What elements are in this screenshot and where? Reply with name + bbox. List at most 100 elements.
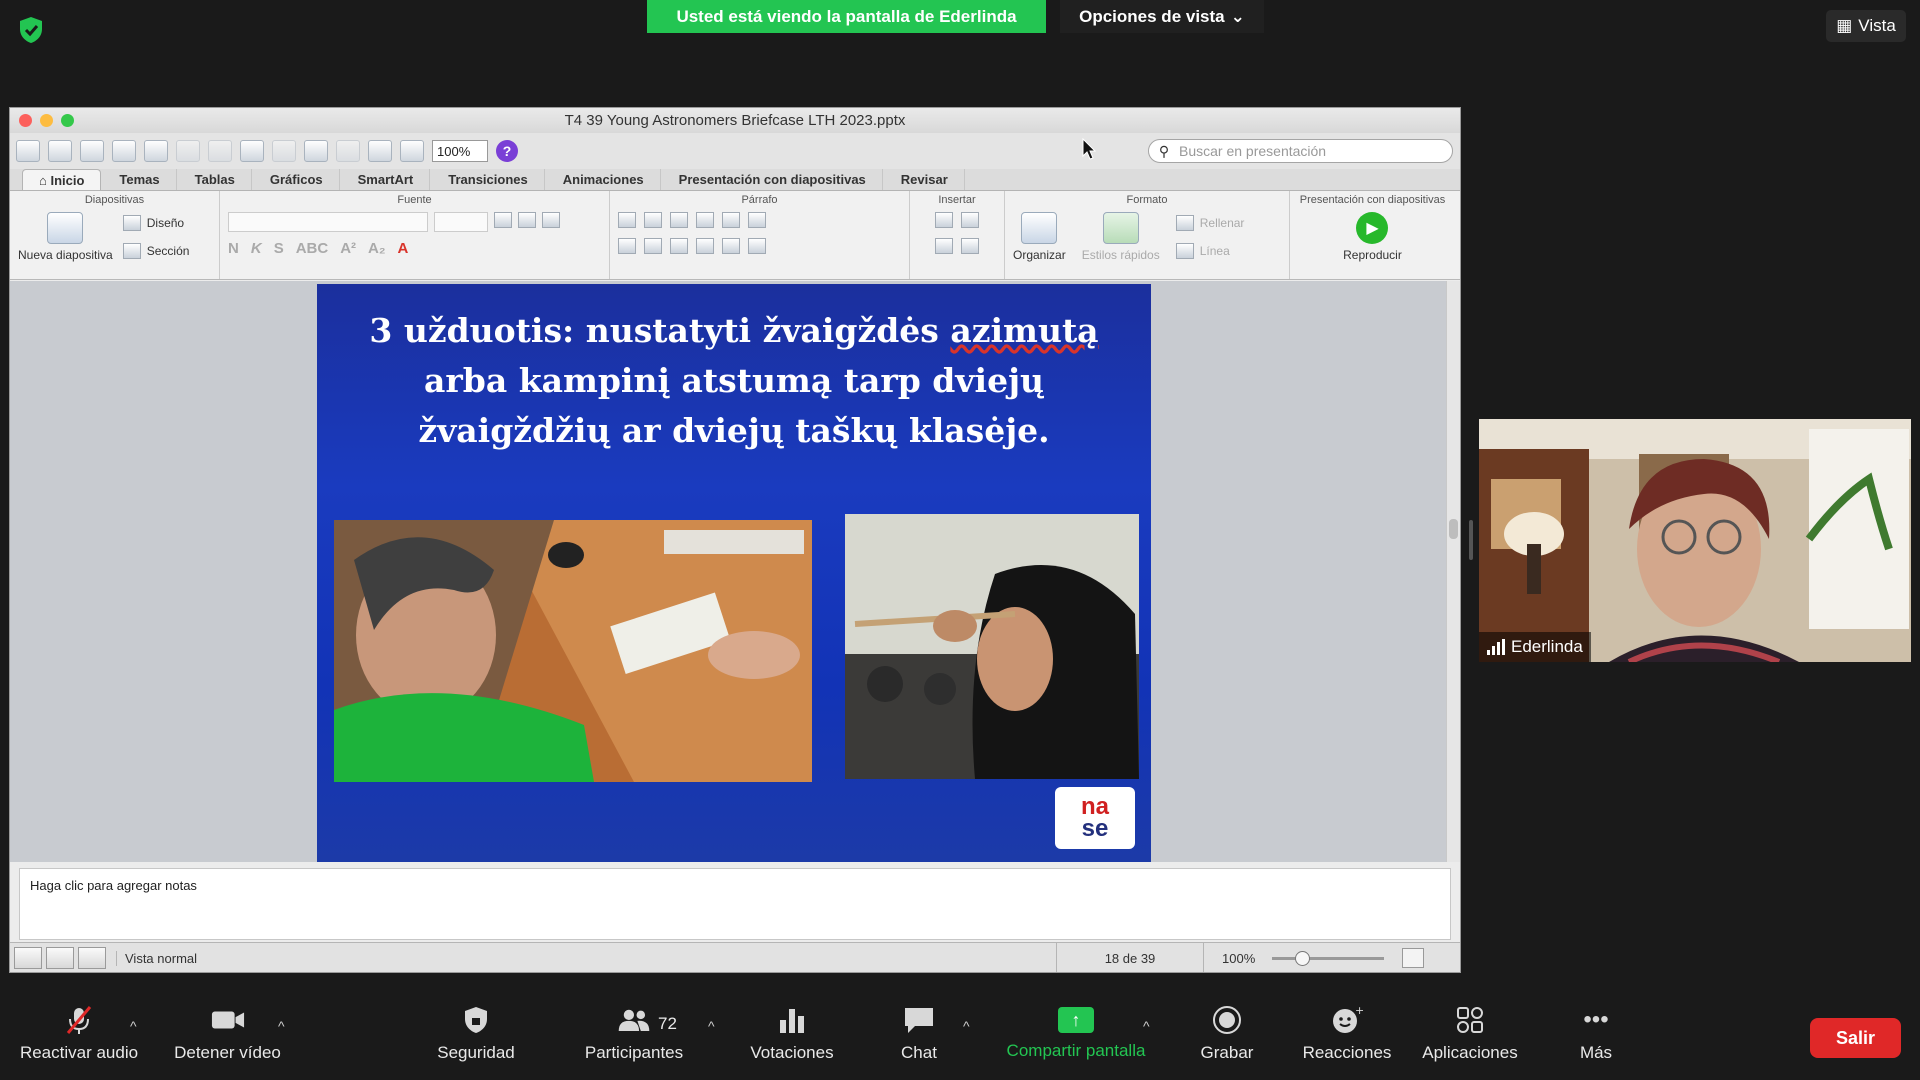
shape-icon[interactable] xyxy=(935,238,953,254)
distribute-icon[interactable] xyxy=(722,238,740,254)
cut-icon[interactable] xyxy=(176,140,200,162)
chat-button[interactable]: Chat xyxy=(880,988,958,1080)
audio-options-chevron-icon[interactable]: ^ xyxy=(130,1018,137,1034)
format-painter-icon[interactable] xyxy=(272,140,296,162)
tab-graficos[interactable]: Gráficos xyxy=(254,169,340,190)
redo-icon[interactable] xyxy=(336,140,360,162)
bold-icon[interactable]: N xyxy=(228,240,239,257)
line-button[interactable]: Línea xyxy=(1175,243,1245,259)
justify-icon[interactable] xyxy=(696,238,714,254)
security-button[interactable]: Seguridad xyxy=(426,988,526,1080)
grow-font-icon[interactable] xyxy=(494,212,512,228)
play-slideshow-button[interactable]: ▶ Reproducir xyxy=(1343,212,1402,262)
italic-icon[interactable]: K xyxy=(251,240,262,257)
fill-button[interactable]: Rellenar xyxy=(1175,215,1244,231)
slide-sorter-button[interactable] xyxy=(46,947,74,969)
section-button[interactable]: Sección xyxy=(122,243,189,259)
open-folder-icon[interactable] xyxy=(80,140,104,162)
quick-styles-button[interactable]: Estilos rápidos xyxy=(1082,212,1160,262)
search-field[interactable]: ⚲ Buscar en presentación xyxy=(1148,139,1453,163)
media-browser-icon[interactable] xyxy=(400,140,424,162)
ribbon-tabs: ⌂ Inicio Temas Tablas Gráficos SmartArt … xyxy=(10,169,1460,191)
fit-window-button[interactable] xyxy=(1402,948,1424,968)
tab-tablas[interactable]: Tablas xyxy=(179,169,252,190)
normal-view-button[interactable] xyxy=(14,947,42,969)
align-left-icon[interactable] xyxy=(618,238,636,254)
unmute-button[interactable]: Reactivar audio xyxy=(15,988,143,1080)
tab-presentacion[interactable]: Presentación con diapositivas xyxy=(663,169,883,190)
paste-icon[interactable] xyxy=(240,140,264,162)
notes-pane[interactable]: Haga clic para agregar notas xyxy=(19,868,1451,940)
leave-meeting-button[interactable]: Salir xyxy=(1810,1018,1901,1058)
columns-icon[interactable] xyxy=(748,212,766,228)
participants-button[interactable]: Participantes xyxy=(578,988,690,1080)
stop-video-button[interactable]: Detener vídeo xyxy=(165,988,290,1080)
tab-animaciones[interactable]: Animaciones xyxy=(547,169,661,190)
font-name-select[interactable] xyxy=(228,212,428,232)
tab-revisar[interactable]: Revisar xyxy=(885,169,965,190)
polls-button[interactable]: Votaciones xyxy=(740,988,844,1080)
more-button[interactable]: ••• Más xyxy=(1566,988,1626,1080)
font-size-select[interactable] xyxy=(434,212,488,232)
reactions-button[interactable]: + Reacciones xyxy=(1296,988,1398,1080)
new-slide-icon xyxy=(47,212,84,244)
current-slide[interactable]: 3 užduotis: nustatyti žvaigždės azimutą … xyxy=(317,284,1151,862)
slide-vertical-scrollbar[interactable] xyxy=(1446,281,1460,862)
save-icon[interactable] xyxy=(112,140,136,162)
video-options-chevron-icon[interactable]: ^ xyxy=(278,1018,285,1034)
zoom-slider[interactable] xyxy=(1272,950,1384,966)
bullets-icon[interactable] xyxy=(618,212,636,228)
misspelled-word: azimutą xyxy=(950,311,1099,350)
align-right-icon[interactable] xyxy=(670,238,688,254)
slide-title[interactable]: 3 užduotis: nustatyti žvaigždės azimutą … xyxy=(337,306,1131,456)
scrollbar-thumb[interactable] xyxy=(1449,519,1458,539)
tab-inicio[interactable]: ⌂ Inicio xyxy=(22,169,102,190)
view-button[interactable]: ▦ Vista xyxy=(1826,10,1906,42)
undo-icon[interactable] xyxy=(304,140,328,162)
panel-resize-handle[interactable] xyxy=(1469,520,1473,560)
shrink-font-icon[interactable] xyxy=(518,212,536,228)
subscript-icon[interactable]: A₂ xyxy=(368,240,386,257)
align-center-icon[interactable] xyxy=(644,238,662,254)
slide-photo-man-measuring[interactable] xyxy=(334,520,812,782)
text-direction-icon[interactable] xyxy=(748,238,766,254)
line-spacing-icon[interactable] xyxy=(722,212,740,228)
slideshow-view-button[interactable] xyxy=(78,947,106,969)
text-box-icon[interactable] xyxy=(935,212,953,228)
decrease-indent-icon[interactable] xyxy=(670,212,688,228)
clear-format-icon[interactable] xyxy=(542,212,560,228)
quick-styles-icon xyxy=(1102,212,1139,244)
templates-icon[interactable] xyxy=(48,140,72,162)
copy-icon[interactable] xyxy=(208,140,232,162)
share-screen-button[interactable]: ↑ Compartir pantalla xyxy=(996,988,1156,1080)
apps-button[interactable]: Aplicaciones xyxy=(1414,988,1526,1080)
tab-smartart[interactable]: SmartArt xyxy=(342,169,431,190)
slide-layout-icon[interactable] xyxy=(368,140,392,162)
participants-options-chevron-icon[interactable]: ^ xyxy=(708,1018,715,1034)
new-slide-button[interactable]: Nueva diapositiva xyxy=(18,212,113,262)
new-document-icon[interactable] xyxy=(16,140,40,162)
media-icon[interactable] xyxy=(961,238,979,254)
picture-icon[interactable] xyxy=(961,212,979,228)
print-icon[interactable] xyxy=(144,140,168,162)
view-options-button[interactable]: Opciones de vista ⌄ xyxy=(1060,0,1264,33)
share-options-chevron-icon[interactable]: ^ xyxy=(1143,1018,1150,1034)
strikethrough-icon[interactable]: ABC xyxy=(296,240,329,257)
organize-button[interactable]: Organizar xyxy=(1013,212,1066,262)
zoom-select[interactable]: 100% xyxy=(432,140,488,162)
record-button[interactable]: Grabar xyxy=(1190,988,1264,1080)
font-color-icon[interactable]: A xyxy=(398,240,409,257)
help-icon[interactable]: ? xyxy=(496,140,518,162)
participant-video-tile[interactable]: Ederlinda xyxy=(1479,419,1911,662)
increase-indent-icon[interactable] xyxy=(696,212,714,228)
underline-icon[interactable]: S xyxy=(274,240,284,257)
slide-photo-woman-measuring[interactable] xyxy=(845,514,1139,779)
chat-bubble-icon xyxy=(902,1005,936,1035)
tab-temas[interactable]: Temas xyxy=(103,169,177,190)
tab-transiciones[interactable]: Transiciones xyxy=(432,169,545,190)
design-button[interactable]: Diseño xyxy=(122,215,190,231)
chat-options-chevron-icon[interactable]: ^ xyxy=(963,1018,970,1034)
superscript-icon[interactable]: A² xyxy=(340,240,356,257)
participant-name-tag: Ederlinda xyxy=(1479,632,1591,662)
numbering-icon[interactable] xyxy=(644,212,662,228)
